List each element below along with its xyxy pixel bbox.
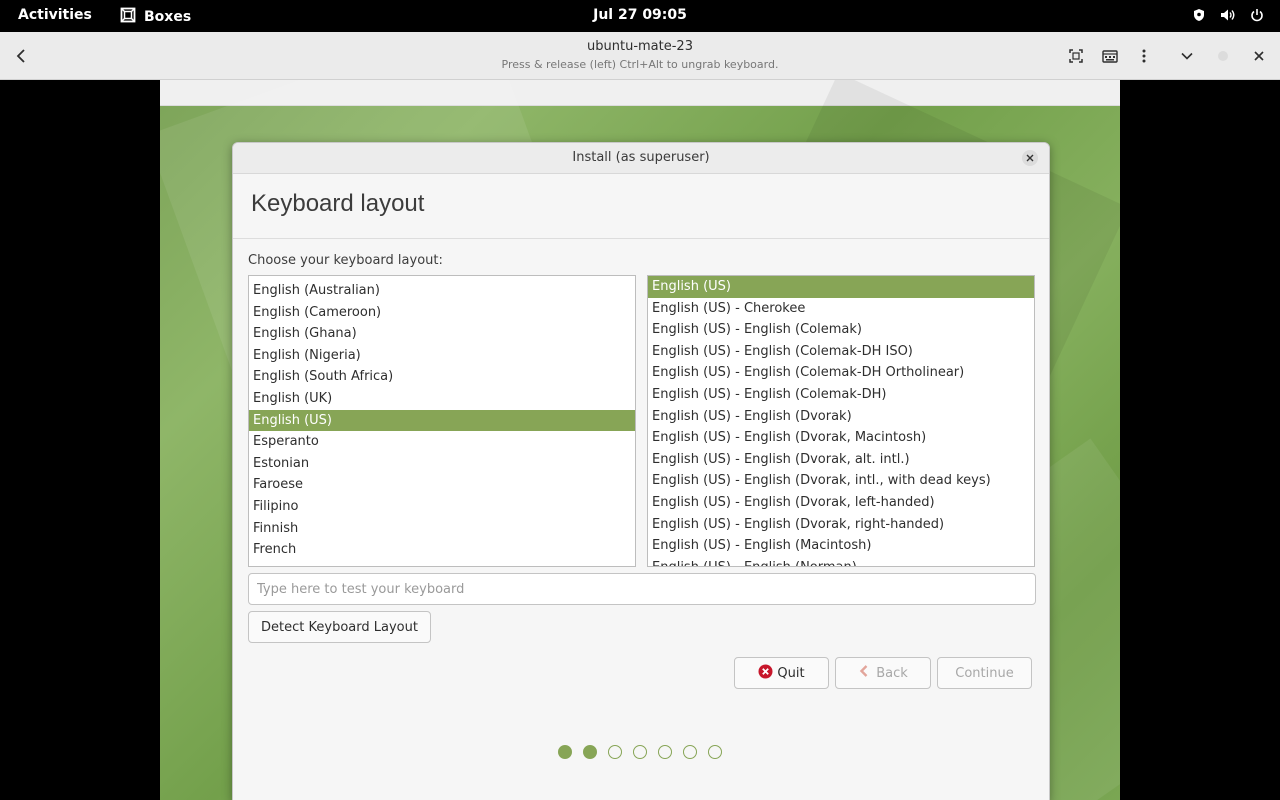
variant-list-item[interactable]: English (US) - English (Dvorak) bbox=[648, 406, 1034, 428]
chevron-down-icon[interactable] bbox=[1177, 46, 1197, 66]
detect-layout-button[interactable]: Detect Keyboard Layout bbox=[248, 611, 431, 643]
progress-dot bbox=[658, 745, 672, 759]
layout-prompt: Choose your keyboard layout: bbox=[248, 253, 443, 268]
variant-list[interactable]: English (US) English (US) - Cherokee Engli… bbox=[647, 275, 1035, 567]
progress-dot bbox=[608, 745, 622, 759]
language-list-item[interactable]: English (Nigeria) bbox=[249, 345, 635, 367]
variant-list-item[interactable]: English (US) - English (Norman) bbox=[648, 557, 1034, 566]
back-label: Back bbox=[876, 665, 908, 681]
progress-dot bbox=[683, 745, 697, 759]
activities-button[interactable]: Activities bbox=[18, 7, 92, 23]
variant-list-item[interactable]: English (US) - English (Colemak-DH) bbox=[648, 384, 1034, 406]
language-list[interactable]: English (Australian) English (Cameroon) En… bbox=[248, 275, 636, 567]
variant-list-item[interactable]: English (US) - English (Macintosh) bbox=[648, 535, 1034, 557]
variant-list-item[interactable]: English (US) - Cherokee bbox=[648, 298, 1034, 320]
vm-display[interactable]: Install (as superuser) Keyboard layout C… bbox=[160, 80, 1120, 800]
volume-icon bbox=[1220, 8, 1236, 22]
ungrab-hint: Press & release (left) Ctrl+Alt to ungra… bbox=[501, 58, 779, 71]
language-list-item[interactable]: English (UK) bbox=[249, 388, 635, 410]
variant-list-item[interactable]: English (US) - English (Dvorak, intl., w… bbox=[648, 470, 1034, 492]
continue-label: Continue bbox=[955, 665, 1014, 681]
continue-button[interactable]: Continue bbox=[937, 657, 1032, 689]
page-title: Keyboard layout bbox=[251, 190, 425, 217]
back-icon[interactable] bbox=[12, 46, 32, 66]
power-icon bbox=[1250, 8, 1264, 22]
variant-list-item[interactable]: English (US) - English (Colemak) bbox=[648, 319, 1034, 341]
language-list-item[interactable]: English (Cameroon) bbox=[249, 302, 635, 324]
language-list-item[interactable]: French bbox=[249, 539, 635, 561]
variant-list-item[interactable]: English (US) - English (Colemak-DH Ortho… bbox=[648, 362, 1034, 384]
language-list-item[interactable]: English (Ghana) bbox=[249, 323, 635, 345]
progress-dot bbox=[708, 745, 722, 759]
menu-icon[interactable] bbox=[1134, 46, 1154, 66]
installer-window: Install (as superuser) Keyboard layout C… bbox=[232, 142, 1050, 800]
language-list-item[interactable]: English (US) bbox=[249, 409, 635, 432]
minimize-placeholder-icon bbox=[1213, 46, 1233, 66]
progress-dot bbox=[583, 745, 597, 759]
quit-label: Quit bbox=[777, 665, 805, 681]
language-list-item[interactable]: Finnish bbox=[249, 518, 635, 540]
back-button[interactable]: Back bbox=[835, 657, 931, 689]
clock[interactable]: Jul 27 09:05 bbox=[593, 7, 687, 23]
variant-list-item[interactable]: English (US) - English (Dvorak, right-ha… bbox=[648, 514, 1034, 536]
variant-list-item[interactable]: English (US) - English (Colemak-DH ISO) bbox=[648, 341, 1034, 363]
variant-list-item[interactable]: English (US) - English (Dvorak, Macintos… bbox=[648, 427, 1034, 449]
language-list-item[interactable]: Estonian bbox=[249, 453, 635, 475]
progress-dot bbox=[558, 745, 572, 759]
boxes-icon bbox=[120, 7, 136, 27]
language-list-item[interactable]: Filipino bbox=[249, 496, 635, 518]
vm-title: ubuntu-mate-23 bbox=[587, 39, 693, 54]
language-list-item[interactable]: English (South Africa) bbox=[249, 366, 635, 388]
window-title: Install (as superuser) bbox=[572, 150, 710, 165]
quit-button[interactable]: Quit bbox=[734, 657, 829, 689]
keyboard-test-input[interactable] bbox=[248, 573, 1036, 605]
app-menu[interactable]: Boxes bbox=[120, 7, 191, 27]
installer-titlebar: Install (as superuser) bbox=[233, 143, 1049, 174]
app-menu-label: Boxes bbox=[144, 9, 192, 25]
language-list-item[interactable]: English (Australian) bbox=[249, 280, 635, 302]
close-icon[interactable] bbox=[1249, 46, 1269, 66]
boxes-header-bar: ubuntu-mate-23 Press & release (left) Ct… bbox=[0, 32, 1280, 80]
variant-list-item[interactable]: English (US) - English (Dvorak, alt. int… bbox=[648, 449, 1034, 471]
variant-list-item[interactable]: English (US) bbox=[648, 276, 1034, 298]
progress-dots bbox=[558, 745, 722, 759]
language-list-item[interactable]: Faroese bbox=[249, 474, 635, 496]
quit-icon bbox=[758, 664, 773, 683]
system-tray[interactable] bbox=[1192, 8, 1264, 22]
shield-icon bbox=[1192, 8, 1206, 22]
variant-list-item[interactable]: English (US) - English (Dvorak, left-han… bbox=[648, 492, 1034, 514]
progress-dot bbox=[633, 745, 647, 759]
detect-layout-label: Detect Keyboard Layout bbox=[261, 619, 418, 635]
fullscreen-icon[interactable] bbox=[1066, 46, 1086, 66]
language-list-item[interactable]: Esperanto bbox=[249, 431, 635, 453]
window-close-icon[interactable] bbox=[1022, 150, 1038, 166]
back-arrow-icon bbox=[858, 664, 872, 682]
gnome-top-bar: Activities Boxes Jul 27 09:05 bbox=[0, 0, 1280, 32]
keyboard-icon[interactable] bbox=[1100, 46, 1120, 66]
divider bbox=[233, 238, 1049, 239]
